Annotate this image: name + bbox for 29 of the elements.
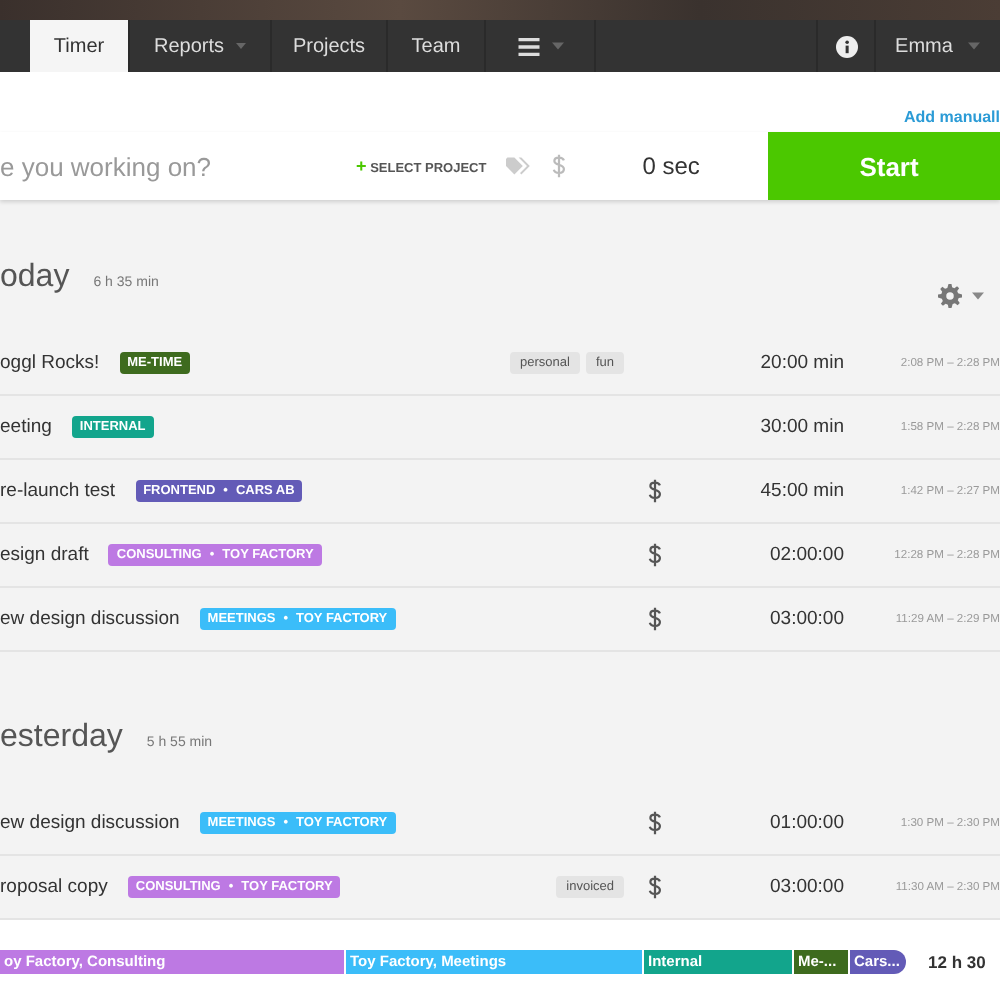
entry-duration: 45:00 min bbox=[758, 480, 844, 502]
settings-button[interactable] bbox=[938, 284, 984, 308]
entry-duration: 03:00:00 bbox=[768, 876, 844, 898]
menu-icon bbox=[517, 37, 539, 55]
entry-description: eeting bbox=[0, 416, 52, 438]
entry-description: ew design discussion bbox=[0, 608, 180, 630]
entry-duration: 20:00 min bbox=[758, 352, 844, 374]
day-title: oday bbox=[0, 260, 70, 296]
description-field[interactable]: e you working on? bbox=[0, 138, 340, 194]
caret-icon bbox=[972, 292, 984, 300]
info-icon bbox=[835, 35, 857, 57]
entry-description: esign draft bbox=[0, 544, 89, 566]
nav-tab[interactable]: Timer bbox=[30, 20, 130, 72]
entry-duration: 01:00:00 bbox=[768, 812, 844, 834]
entry-description: oggl Rocks! bbox=[0, 352, 100, 374]
timer-duration: 0 sec bbox=[642, 152, 700, 180]
user-menu[interactable]: Emma bbox=[874, 20, 1000, 72]
entry-description: roposal copy bbox=[0, 876, 108, 898]
entry-description: re-launch test bbox=[0, 480, 116, 502]
day-title: esterday bbox=[0, 720, 123, 756]
nav-tab[interactable]: Projects bbox=[272, 20, 388, 72]
nav-tab[interactable]: Team bbox=[388, 20, 486, 72]
nav-tab[interactable]: Reports bbox=[130, 20, 272, 72]
settings-icon bbox=[938, 284, 962, 308]
entry-description: ew design discussion bbox=[0, 812, 180, 834]
entry-duration: 30:00 min bbox=[758, 416, 844, 438]
entry-duration: 02:00:00 bbox=[768, 544, 844, 566]
entry-duration: 03:00:00 bbox=[768, 608, 844, 630]
total-duration: 12 h 30 bbox=[928, 950, 986, 974]
